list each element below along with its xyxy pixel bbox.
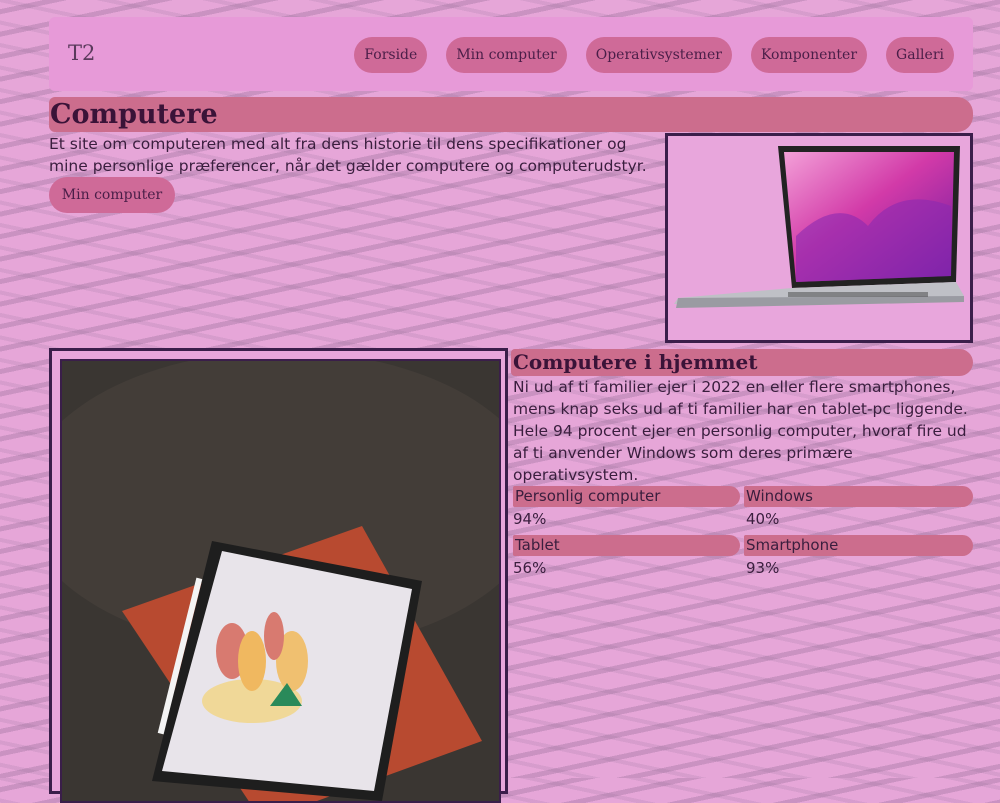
stat-value-windows: 40%: [746, 510, 780, 528]
section-heading-bar: Computere i hjemmet: [511, 349, 973, 376]
stat-value-personlig-computer: 94%: [513, 510, 547, 528]
section-title: Computere i hjemmet: [513, 350, 758, 374]
brand-logo[interactable]: T2: [68, 41, 95, 65]
nav-galleri-button[interactable]: Galleri: [886, 37, 954, 73]
tablet-image-frame: [49, 348, 508, 803]
laptop-image: [665, 133, 973, 343]
stat-label-smartphone: Smartphone: [744, 535, 973, 556]
stat-label-tablet: Tablet: [513, 535, 740, 556]
tablet-illustration: [62, 361, 499, 801]
laptop-illustration: [674, 146, 964, 308]
tablet-photo: [60, 359, 501, 803]
stat-value-tablet: 56%: [513, 559, 547, 577]
stat-label-personlig-computer: Personlig computer: [513, 486, 740, 507]
hero-heading-bar: Computere: [49, 97, 973, 132]
nav-links: Forside Min computer Operativsystemer Ko…: [354, 37, 954, 73]
min-computer-button[interactable]: Min computer: [49, 177, 175, 213]
stat-label-windows: Windows: [744, 486, 973, 507]
hero-description: Et site om computeren med alt fra dens h…: [49, 135, 647, 175]
nav-komponenter-button[interactable]: Komponenter: [750, 37, 868, 73]
page-title: Computere: [50, 99, 218, 130]
nav-operativsystemer-button[interactable]: Operativsystemer: [585, 37, 732, 73]
top-navigation: T2 Forside Min computer Operativsystemer…: [49, 17, 973, 91]
nav-min-computer-button[interactable]: Min computer: [446, 37, 567, 73]
nav-forside-button[interactable]: Forside: [354, 37, 428, 73]
stat-value-smartphone: 93%: [746, 559, 780, 577]
section-description: Ni ud af ti familier ejer i 2022 en elle…: [513, 378, 968, 484]
